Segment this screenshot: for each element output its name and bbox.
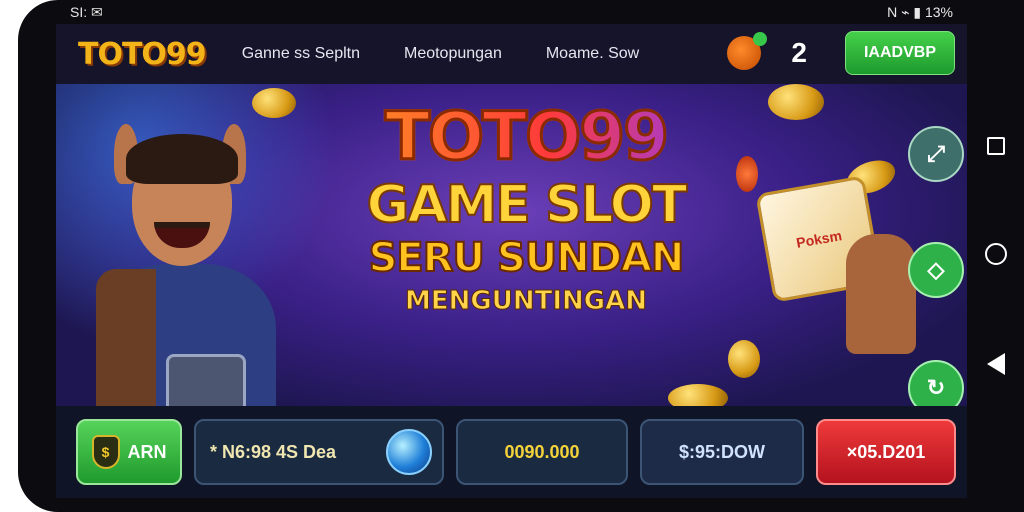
top-navigation: TOTO99 Ganne ss Sepltn Meotopungan Moame… [56, 24, 967, 84]
hand-graphic [846, 234, 916, 354]
site-logo[interactable]: TOTO99 [78, 37, 207, 72]
mascot-vest [96, 269, 156, 406]
coin-icon [728, 340, 760, 378]
withdraw-label: $:95:DOW [678, 441, 765, 462]
title-tagline: MENGUNTINGAN [405, 285, 648, 316]
balance-display[interactable]: 0090.000 [456, 419, 628, 485]
status-left: SI: ✉ [70, 3, 103, 20]
header-icons: 2 [727, 32, 807, 70]
promo-button[interactable]: * N6:98 4S Dea [194, 419, 444, 485]
nav-item-promotion[interactable]: Meotopungan [404, 45, 502, 63]
status-bar: SI: ✉ N ⌁ ▮ 13% [56, 0, 967, 24]
exit-label: ×05.D201 [846, 441, 926, 462]
coin-icon [736, 156, 758, 192]
shield-button-label: ARN [127, 441, 167, 462]
withdraw-button[interactable]: $:95:DOW [640, 419, 804, 485]
recent-apps-icon[interactable] [987, 137, 1005, 155]
mascot-hair [126, 134, 238, 184]
app-screen: TOTO99 Ganne ss Sepltn Meotopungan Moame… [56, 24, 967, 498]
expand-icon[interactable]: ⤢ [908, 126, 964, 182]
coin-icon [668, 384, 728, 406]
parrot-icon[interactable] [727, 32, 768, 70]
bottom-action-bar: $ ARN * N6:98 4S Dea 0090.000 $:95:DOW ×… [56, 406, 967, 498]
main-nav: Ganne ss Sepltn Meotopungan Moame. Sow [242, 45, 640, 63]
nav-item-more[interactable]: Moame. Sow [546, 45, 639, 63]
hero-banner[interactable]: TOTO99 GAME SLOT SERU SUNDAN MENGUNTINGA… [56, 84, 967, 406]
promo-text: * N6:98 4S Dea [210, 441, 337, 462]
banner-title: TOTO99 GAME SLOT SERU SUNDAN MENGUNTINGA… [316, 102, 736, 316]
back-icon[interactable] [987, 353, 1005, 375]
shield-icon: $ [91, 435, 120, 469]
mascot-character [56, 104, 306, 406]
shield-button[interactable]: $ ARN [76, 419, 182, 485]
nav-item-game-slot[interactable]: Ganne ss Sepltn [242, 45, 360, 63]
register-button[interactable]: IAADVBP [845, 31, 955, 75]
refresh-icon[interactable]: ↻ [908, 360, 964, 406]
exit-button[interactable]: ×05.D201 [816, 419, 956, 485]
title-game-slot: GAME SLOT [366, 174, 689, 236]
balance-value: 0090.000 [504, 441, 580, 462]
mascot-device [166, 354, 246, 406]
title-subline: SERU SUNDAN [368, 234, 686, 281]
android-nav-bar [968, 0, 1024, 512]
slot-box-label: Poksm [794, 227, 843, 251]
title-brand: TOTO99 [316, 102, 736, 171]
coin-icon [768, 84, 824, 120]
notification-count[interactable]: 2 [791, 37, 807, 69]
status-right: N ⌁ ▮ 13% [887, 3, 953, 20]
diamond-icon[interactable]: ◇ [908, 242, 964, 298]
globe-icon [386, 429, 432, 475]
home-icon[interactable] [985, 243, 1007, 265]
